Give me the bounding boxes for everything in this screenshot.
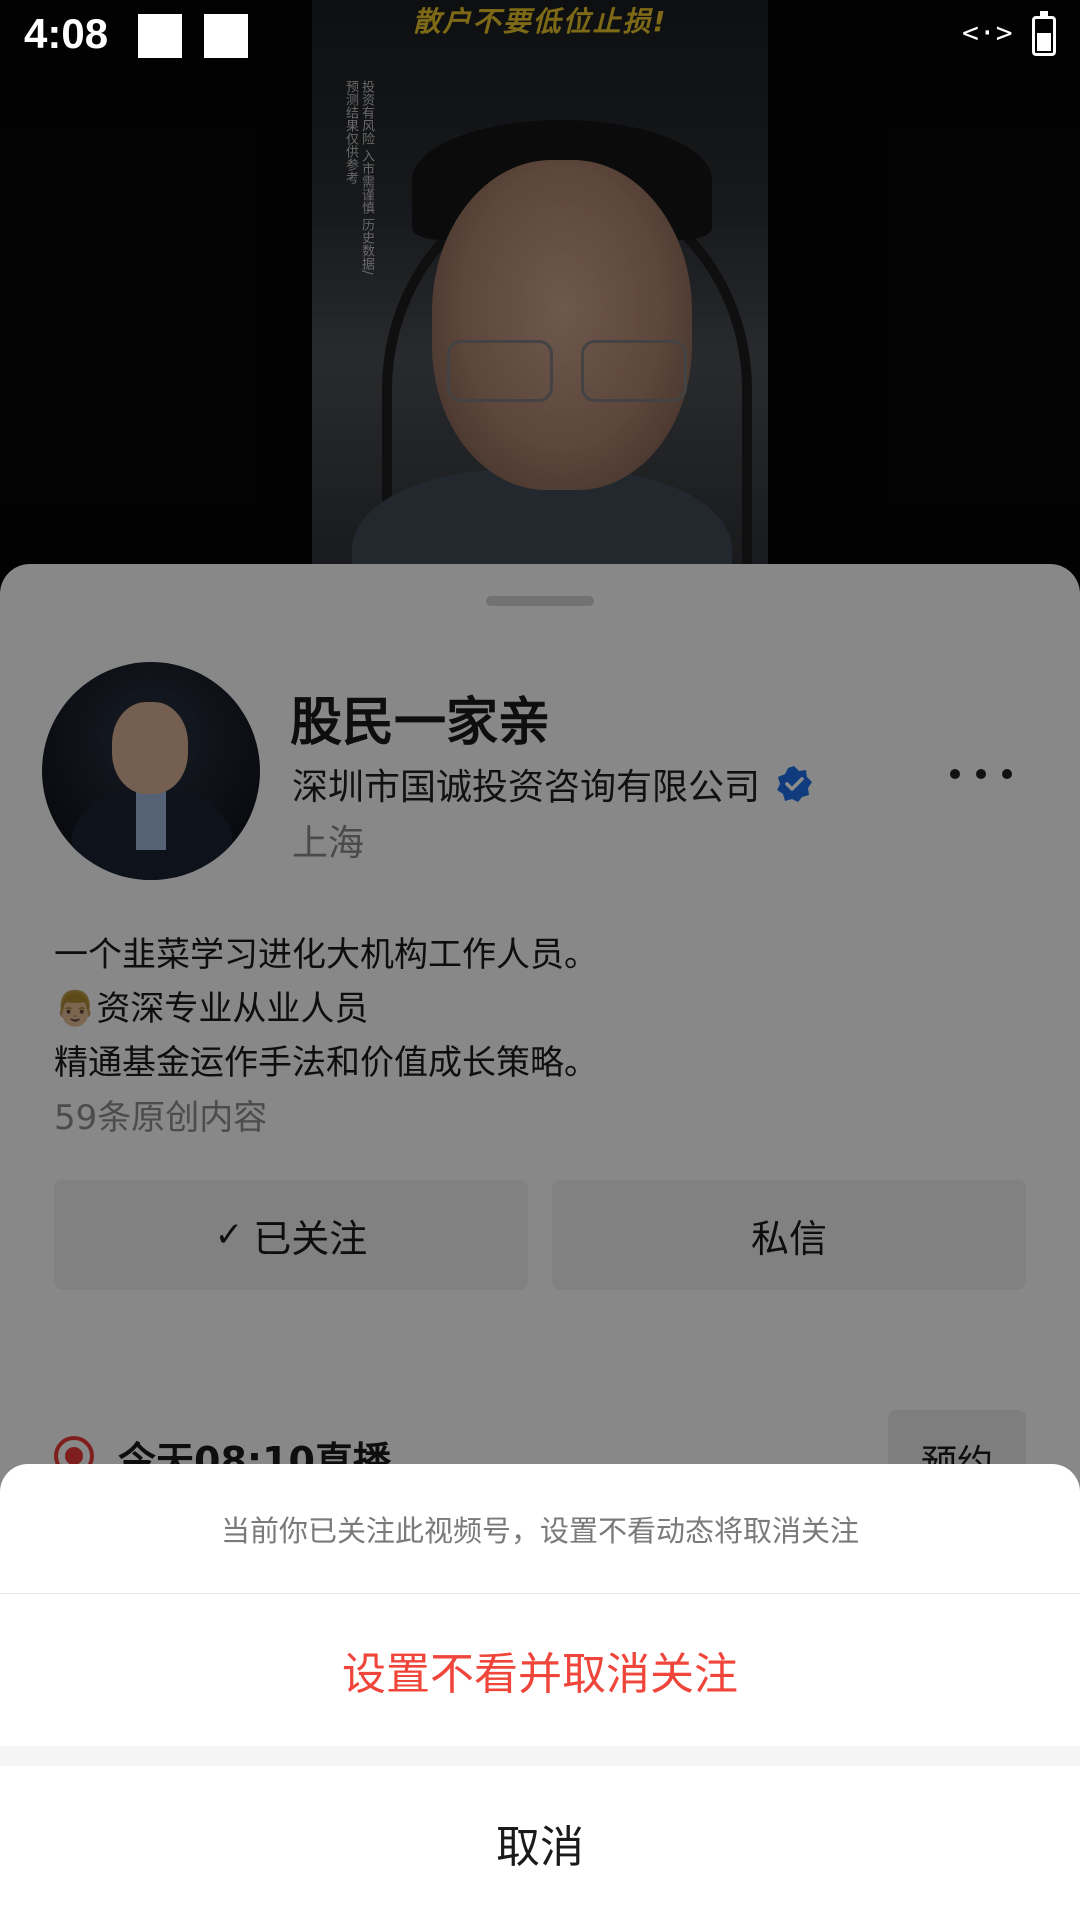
status-bar: 4:08 <·>: [0, 0, 1080, 72]
sheet-divider: [0, 1746, 1080, 1766]
action-sheet-notice: 当前你已关注此视频号，设置不看动态将取消关注: [0, 1464, 1080, 1594]
action-sheet: 当前你已关注此视频号，设置不看动态将取消关注 设置不看并取消关注 取消: [0, 1464, 1080, 1920]
status-time: 4:08: [24, 10, 109, 57]
notification-icon: [204, 14, 248, 58]
mute-and-unfollow-button[interactable]: 设置不看并取消关注: [0, 1594, 1080, 1746]
notification-icon: [138, 14, 182, 58]
battery-icon: [1032, 11, 1056, 56]
network-glyph: <·>: [962, 16, 1013, 49]
cancel-button[interactable]: 取消: [0, 1766, 1080, 1920]
